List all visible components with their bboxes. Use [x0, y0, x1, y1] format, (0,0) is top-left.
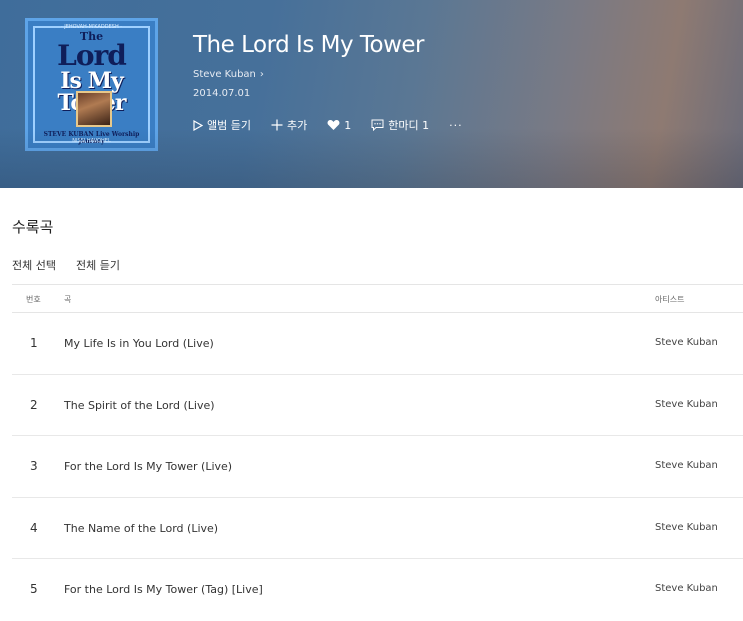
track-artist[interactable]: Steve Kuban: [655, 522, 718, 533]
select-all-button[interactable]: 전체 선택: [12, 257, 56, 273]
tracklist-title: 수록곡: [12, 218, 54, 236]
track-artist[interactable]: Steve Kuban: [655, 460, 718, 471]
track-row[interactable]: 2 The Spirit of the Lord (Live) Steve Ku…: [12, 375, 743, 437]
track-row[interactable]: 3 For the Lord Is My Tower (Live) Steve …: [12, 436, 743, 498]
chevron-right-icon: ›: [259, 69, 264, 80]
track-title[interactable]: The Spirit of the Lord (Live): [64, 399, 215, 412]
plus-icon: [271, 119, 283, 131]
tracklist: 1 My Life Is in You Lord (Live) Steve Ku…: [12, 313, 743, 621]
cover-title-line2: Lord: [57, 39, 127, 72]
more-icon: ···: [449, 118, 463, 132]
track-number: 3: [30, 459, 38, 474]
comment-count: 1: [422, 118, 430, 132]
play-icon: [193, 119, 203, 131]
cover-band-bottom: NISSI HAVOHEL: [72, 138, 111, 144]
cover-photo: [76, 91, 112, 127]
album-cover[interactable]: · JEHOVAH-M'KADDESH · The Lord Is My Tow…: [25, 18, 158, 151]
comment-label: 한마디: [388, 119, 419, 132]
track-artist[interactable]: Steve Kuban: [655, 337, 718, 348]
track-row[interactable]: 1 My Life Is in You Lord (Live) Steve Ku…: [12, 313, 743, 375]
tracklist-toolbar: 전체 선택 전체 듣기: [12, 257, 140, 273]
like-button[interactable]: 1: [327, 119, 351, 132]
add-button[interactable]: 추가: [271, 117, 307, 133]
column-header-song: 곡: [64, 295, 72, 304]
listen-album-button[interactable]: 앨범 듣기: [193, 117, 251, 133]
track-number: 2: [30, 397, 38, 412]
comment-icon: [371, 119, 384, 131]
listen-album-label: 앨범 듣기: [207, 119, 251, 132]
like-count: 1: [344, 118, 352, 132]
track-title[interactable]: My Life Is in You Lord (Live): [64, 337, 214, 350]
album-title: The Lord Is My Tower: [193, 32, 425, 58]
track-title[interactable]: The Name of the Lord (Live): [64, 522, 218, 535]
play-all-button[interactable]: 전체 듣기: [76, 257, 120, 273]
tracklist-header: 번호 곡 아티스트: [12, 284, 743, 313]
artist-name: Steve Kuban: [193, 69, 256, 80]
artist-link[interactable]: Steve Kuban ›: [193, 69, 264, 80]
track-artist[interactable]: Steve Kuban: [655, 583, 718, 594]
track-number: 5: [30, 582, 38, 597]
track-number: 1: [30, 336, 38, 350]
column-header-number: 번호: [26, 295, 41, 304]
more-options-button[interactable]: ···: [449, 119, 463, 132]
add-label: 추가: [286, 119, 308, 132]
cover-subtitle: STEVE KUBAN Live Worship Journey: [43, 131, 140, 145]
track-artist[interactable]: Steve Kuban: [655, 399, 718, 410]
track-row[interactable]: 5 For the Lord Is My Tower (Tag) [Live] …: [12, 559, 743, 621]
album-header: · JEHOVAH-M'KADDESH · The Lord Is My Tow…: [0, 0, 743, 188]
column-header-artist: 아티스트: [655, 295, 685, 304]
heart-icon: [327, 119, 340, 131]
release-date: 2014.07.01: [193, 88, 251, 99]
track-title[interactable]: For the Lord Is My Tower (Live): [64, 460, 232, 473]
track-number: 4: [30, 520, 38, 535]
track-row[interactable]: 4 The Name of the Lord (Live) Steve Kuba…: [12, 498, 743, 560]
track-title[interactable]: For the Lord Is My Tower (Tag) [Live]: [64, 583, 263, 596]
album-actions: 앨범 듣기 추가 1 한마디 1 ···: [193, 117, 463, 133]
comment-button[interactable]: 한마디 1: [371, 117, 429, 133]
